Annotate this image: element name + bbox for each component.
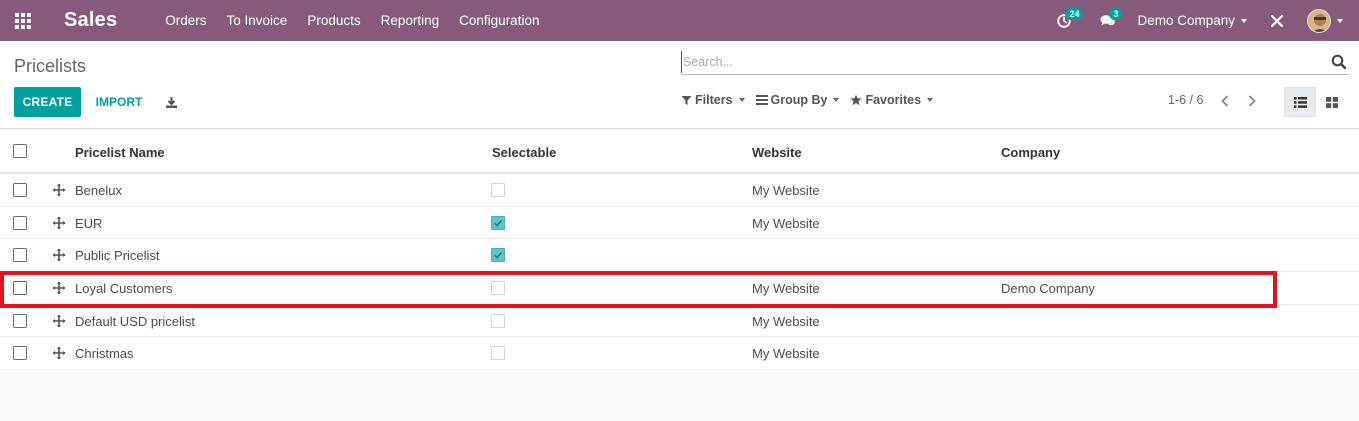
column-header-website[interactable]: Website bbox=[752, 145, 802, 160]
grid-icon bbox=[1326, 96, 1338, 108]
selectable-checkbox bbox=[491, 215, 505, 230]
cell-company: Demo Company bbox=[1001, 281, 1095, 297]
cell-website: My Website bbox=[752, 215, 820, 231]
menu-item-reporting[interactable]: Reporting bbox=[371, 13, 450, 28]
drag-handle-icon[interactable] bbox=[52, 248, 66, 262]
avatar bbox=[1307, 8, 1331, 33]
cell-pricelist-name: Public Pricelist bbox=[75, 248, 160, 264]
chevron-right-icon bbox=[1248, 95, 1256, 107]
drag-handle-icon[interactable] bbox=[52, 281, 66, 295]
column-header-selectable[interactable]: Selectable bbox=[492, 145, 556, 160]
table-row[interactable]: Benelux My Website bbox=[0, 174, 1359, 207]
activity-count-badge: 24 bbox=[1065, 8, 1084, 20]
app-title[interactable]: Sales bbox=[64, 9, 117, 32]
kanban-view-button[interactable] bbox=[1316, 87, 1348, 117]
cell-pricelist-name: Christmas bbox=[75, 346, 134, 362]
cell-website: My Website bbox=[752, 313, 820, 329]
table-row[interactable]: Default USD pricelist My Website bbox=[0, 304, 1359, 338]
bars-icon bbox=[755, 95, 768, 105]
company-switcher[interactable]: Demo Company bbox=[1137, 13, 1247, 28]
table-body: Benelux My Website EUR My Website Public Pri… bbox=[0, 174, 1359, 371]
chevron-left-icon bbox=[1221, 95, 1229, 107]
pager-value[interactable]: 1-6 / 6 bbox=[1168, 93, 1203, 107]
select-all-checkbox[interactable] bbox=[13, 144, 27, 158]
selectable-checkbox bbox=[491, 183, 505, 197]
debug-tools-icon[interactable] bbox=[1267, 0, 1287, 41]
cell-pricelist-name: Loyal Customers bbox=[75, 281, 173, 297]
pricelist-table: Pricelist Name Selectable Website Compan… bbox=[0, 130, 1359, 371]
search-bar bbox=[681, 51, 1349, 75]
drag-handle-icon[interactable] bbox=[52, 314, 66, 328]
groupby-dropdown[interactable]: Group By bbox=[755, 93, 840, 107]
favorites-label: Favorites bbox=[865, 93, 922, 107]
cell-website: My Website bbox=[752, 183, 820, 198]
table-header: Pricelist Name Selectable Website Compan… bbox=[0, 130, 1359, 174]
control-panel: Pricelists CREATE IMPORT Filters Group B… bbox=[0, 41, 1359, 129]
filter-icon bbox=[681, 95, 692, 105]
menu-item-products[interactable]: Products bbox=[297, 13, 370, 28]
company-name: Demo Company bbox=[1137, 13, 1235, 28]
search-options: Filters Group By Favorites bbox=[681, 93, 944, 107]
user-menu[interactable] bbox=[1307, 8, 1343, 33]
cell-pricelist-name: EUR bbox=[75, 215, 103, 231]
chevron-down-icon bbox=[1337, 18, 1343, 23]
row-checkbox[interactable] bbox=[13, 183, 27, 197]
drag-handle-icon[interactable] bbox=[52, 183, 66, 197]
row-checkbox[interactable] bbox=[13, 248, 27, 263]
selectable-checkbox bbox=[491, 248, 505, 263]
cell-website: My Website bbox=[752, 346, 820, 362]
messaging-menu[interactable]: 3 bbox=[1093, 0, 1123, 41]
chevron-down-icon bbox=[1241, 18, 1247, 23]
list-icon bbox=[1293, 96, 1307, 108]
chevron-down-icon bbox=[927, 98, 934, 102]
search-icon[interactable] bbox=[1331, 54, 1349, 72]
selectable-checkbox bbox=[491, 346, 505, 361]
selectable-checkbox bbox=[491, 313, 505, 328]
menu-item-to-invoice[interactable]: To Invoice bbox=[217, 13, 298, 28]
selectable-checkbox bbox=[491, 281, 505, 296]
star-icon bbox=[850, 94, 863, 106]
favorites-dropdown[interactable]: Favorites bbox=[850, 93, 934, 107]
breadcrumb: Pricelists bbox=[14, 56, 87, 76]
row-checkbox[interactable] bbox=[13, 346, 27, 361]
row-checkbox[interactable] bbox=[13, 313, 27, 328]
pager-previous-button[interactable] bbox=[1216, 91, 1234, 111]
row-checkbox[interactable] bbox=[13, 215, 27, 230]
drag-handle-icon[interactable] bbox=[52, 346, 66, 360]
cell-website: My Website bbox=[752, 281, 820, 297]
import-button[interactable]: IMPORT bbox=[86, 87, 152, 117]
column-header-company[interactable]: Company bbox=[1001, 145, 1060, 160]
systray: 24 3 Demo Company bbox=[1049, 0, 1359, 41]
main-menu: Orders To Invoice Products Reporting Con… bbox=[155, 13, 549, 28]
create-button[interactable]: CREATE bbox=[14, 87, 81, 117]
cell-pricelist-name: Benelux bbox=[75, 183, 122, 198]
table-row[interactable]: EUR My Website bbox=[0, 206, 1359, 240]
menu-item-orders[interactable]: Orders bbox=[155, 13, 216, 28]
apps-menu-icon[interactable] bbox=[0, 0, 46, 41]
filters-dropdown[interactable]: Filters bbox=[681, 93, 745, 107]
cell-pricelist-name: Default USD pricelist bbox=[75, 313, 195, 329]
table-row[interactable]: Public Pricelist bbox=[0, 239, 1359, 273]
menu-item-configuration[interactable]: Configuration bbox=[449, 13, 549, 28]
top-navbar: Sales Orders To Invoice Products Reporti… bbox=[0, 0, 1359, 41]
table-row[interactable]: Christmas My Website bbox=[0, 337, 1359, 371]
row-checkbox[interactable] bbox=[13, 281, 27, 296]
table-row[interactable]: Loyal Customers My Website Demo Company bbox=[0, 272, 1359, 305]
chevron-down-icon bbox=[738, 98, 745, 102]
drag-handle-icon[interactable] bbox=[52, 216, 66, 230]
activity-menu[interactable]: 24 bbox=[1049, 0, 1084, 41]
column-header-pricelist-name[interactable]: Pricelist Name bbox=[75, 145, 165, 160]
search-input[interactable] bbox=[681, 51, 1311, 73]
filters-label: Filters bbox=[695, 93, 733, 107]
pager-next-button[interactable] bbox=[1243, 91, 1261, 111]
groupby-label: Group By bbox=[770, 93, 828, 107]
chevron-down-icon bbox=[833, 98, 840, 102]
download-icon[interactable] bbox=[160, 91, 182, 113]
messages-count-badge: 3 bbox=[1109, 8, 1123, 20]
list-view-button[interactable] bbox=[1284, 87, 1316, 117]
